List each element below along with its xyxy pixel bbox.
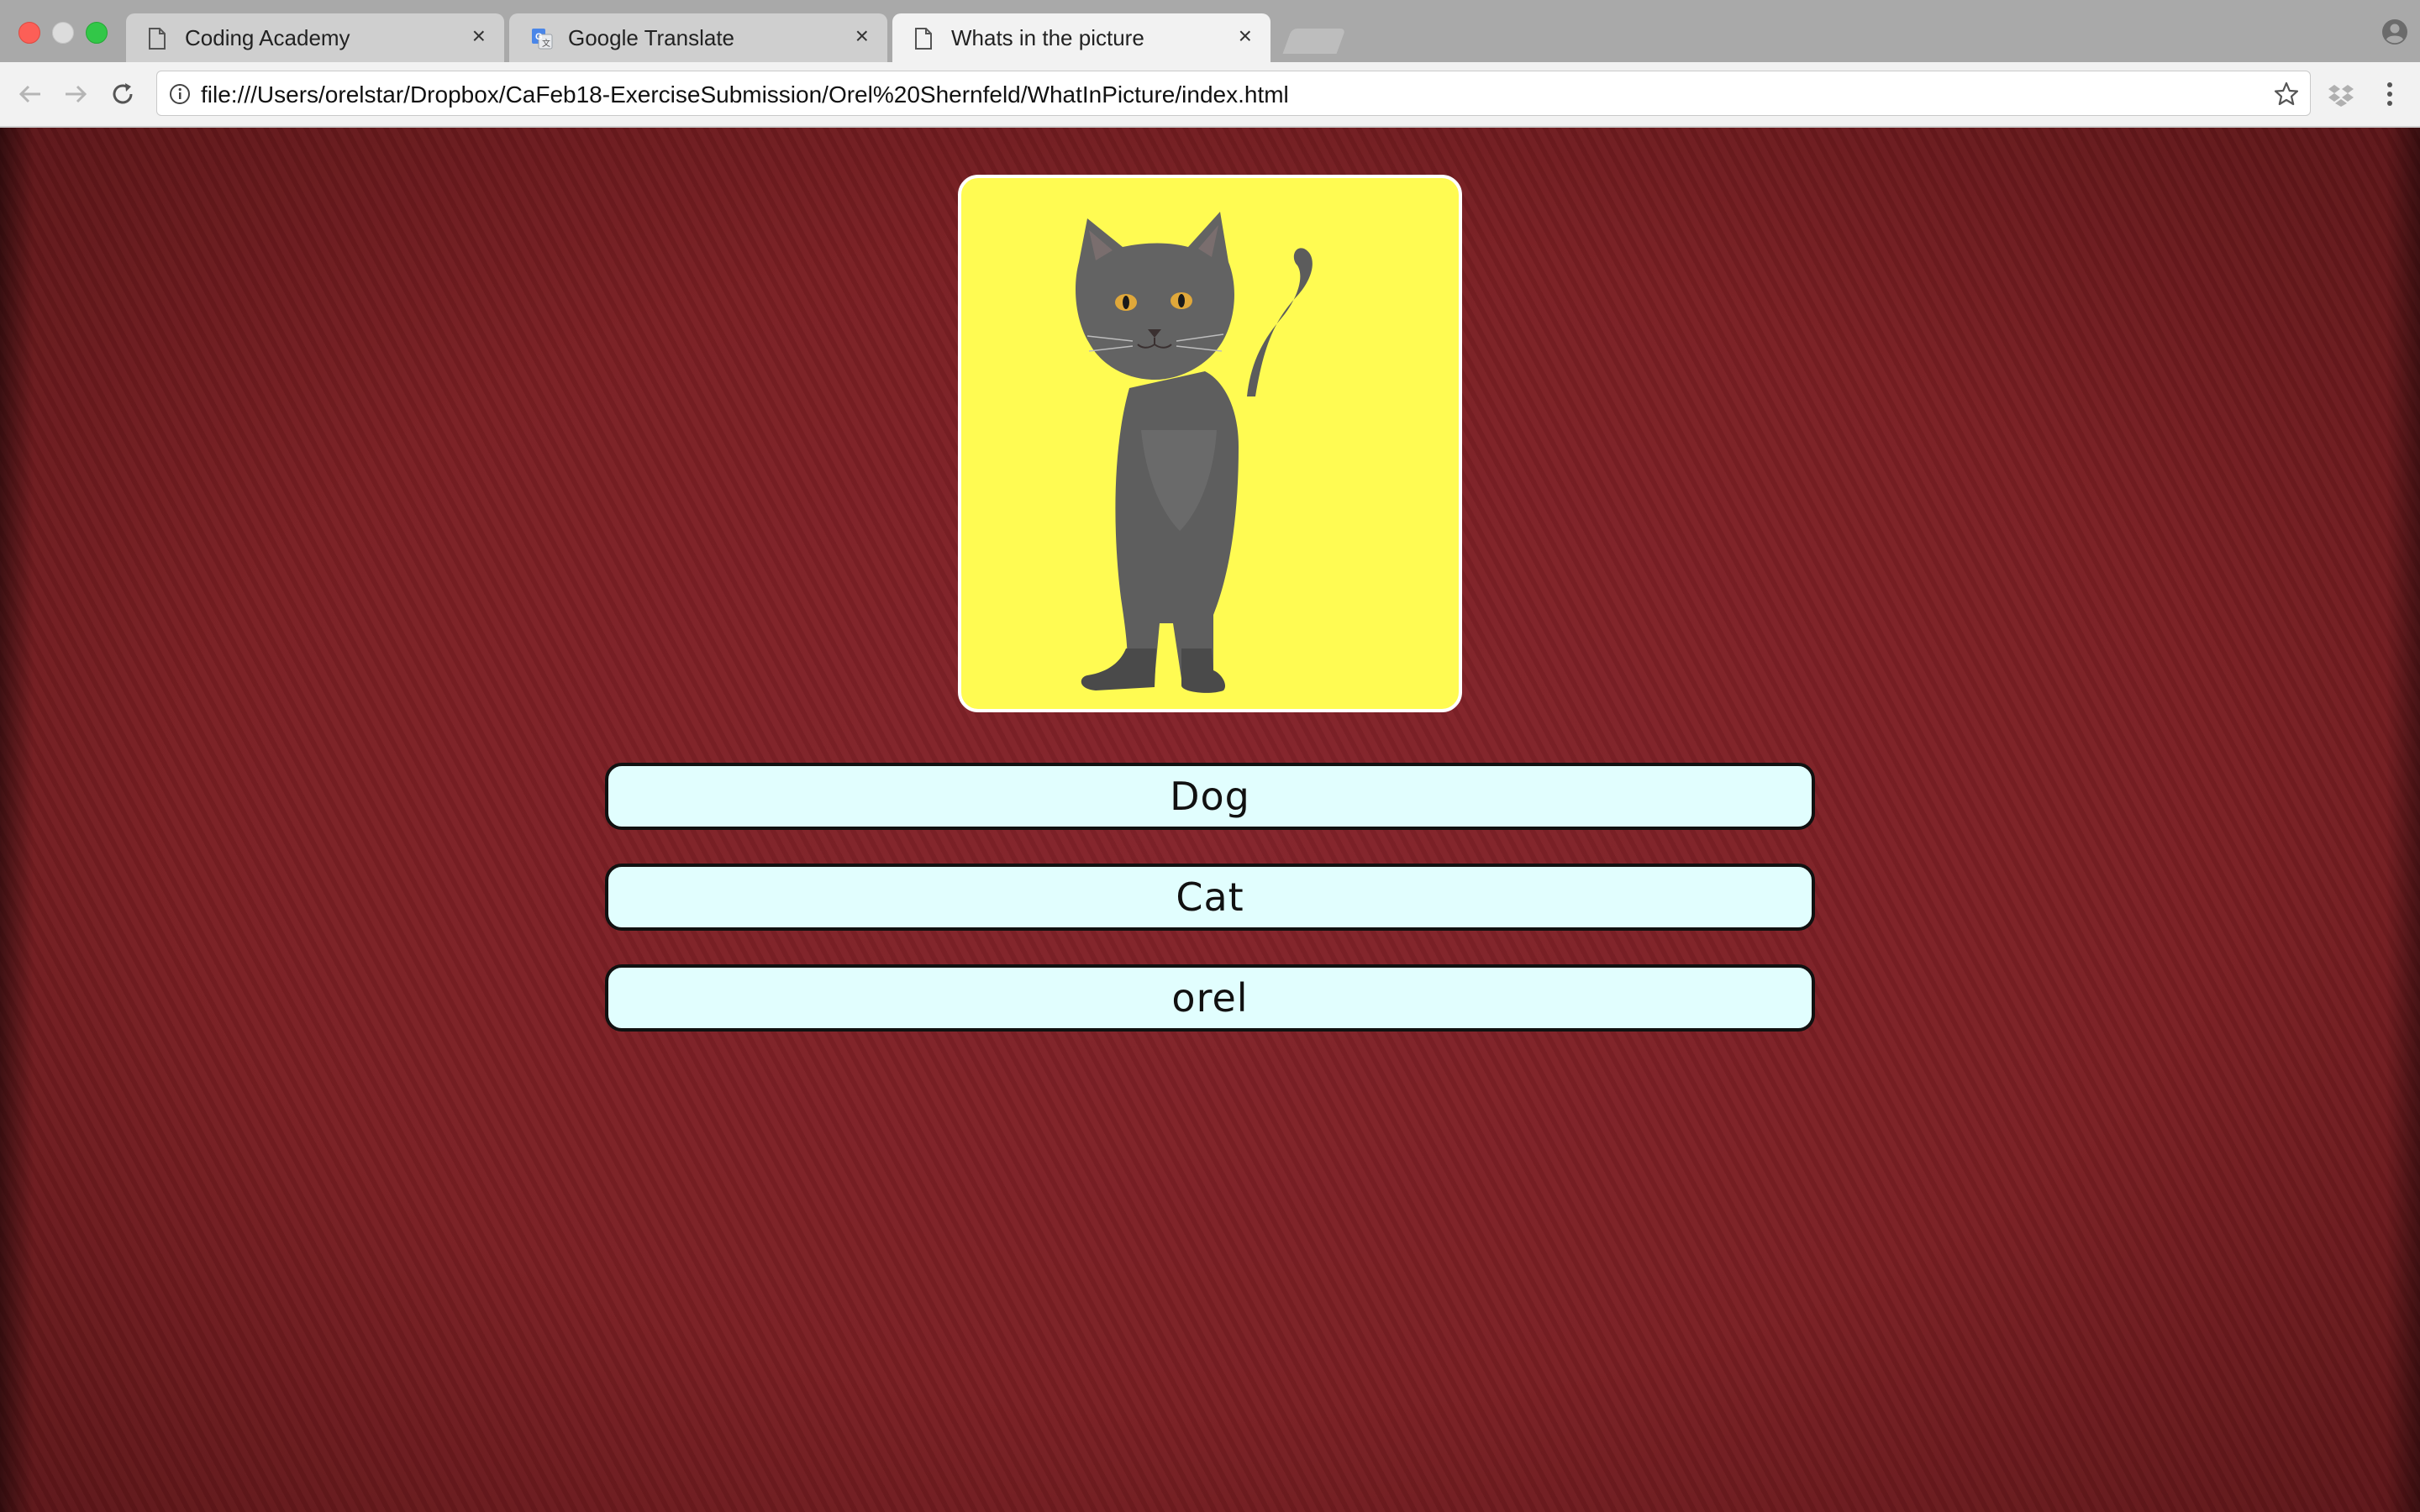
tab-title: Google Translate: [568, 25, 735, 50]
more-menu-icon[interactable]: [2376, 79, 2403, 109]
forward-arrow-icon[interactable]: [60, 79, 91, 109]
profile-icon[interactable]: [2381, 18, 2408, 45]
maximize-window-button[interactable]: [86, 22, 108, 44]
minimize-window-button[interactable]: [52, 22, 74, 44]
google-translate-icon: G 文: [532, 29, 553, 50]
answer-button-dog[interactable]: Dog: [605, 763, 1815, 830]
answer-button-orel[interactable]: orel: [605, 964, 1815, 1032]
tab-close-icon[interactable]: ×: [1239, 24, 1252, 48]
cat-image: [1076, 212, 1313, 693]
info-icon[interactable]: [169, 83, 191, 105]
address-bar[interactable]: file:///Users/orelstar/Dropbox/CaFeb18-E…: [156, 71, 2311, 116]
answer-button-cat[interactable]: Cat: [605, 864, 1815, 931]
tab-google-translate[interactable]: G 文 Google Translate ×: [509, 13, 887, 62]
new-tab-button[interactable]: [1282, 29, 1346, 54]
quiz-picture: [958, 175, 1462, 712]
tab-coding-academy[interactable]: Coding Academy ×: [126, 13, 504, 62]
url-text[interactable]: file:///Users/orelstar/Dropbox/CaFeb18-E…: [201, 81, 1289, 108]
close-window-button[interactable]: [18, 22, 40, 44]
back-arrow-icon[interactable]: [15, 79, 45, 109]
tab-title: Coding Academy: [185, 25, 350, 50]
dropbox-icon[interactable]: [2328, 81, 2354, 108]
tab-close-icon[interactable]: ×: [472, 24, 486, 48]
tab-close-icon[interactable]: ×: [855, 24, 869, 48]
game-page: Dog Cat orel: [0, 128, 2420, 1512]
bookmark-star-icon[interactable]: [2273, 81, 2300, 108]
document-icon: [915, 28, 932, 50]
svg-text:文: 文: [542, 38, 550, 49]
reload-icon[interactable]: [108, 79, 138, 109]
browser-toolbar: file:///Users/orelstar/Dropbox/CaFeb18-E…: [0, 62, 2420, 128]
tab-whats-in-the-picture[interactable]: Whats in the picture ×: [892, 13, 1270, 62]
document-icon: [149, 28, 166, 50]
tab-title: Whats in the picture: [951, 25, 1144, 50]
tab-strip: Coding Academy × G 文 Google Translate × …: [0, 0, 2420, 62]
